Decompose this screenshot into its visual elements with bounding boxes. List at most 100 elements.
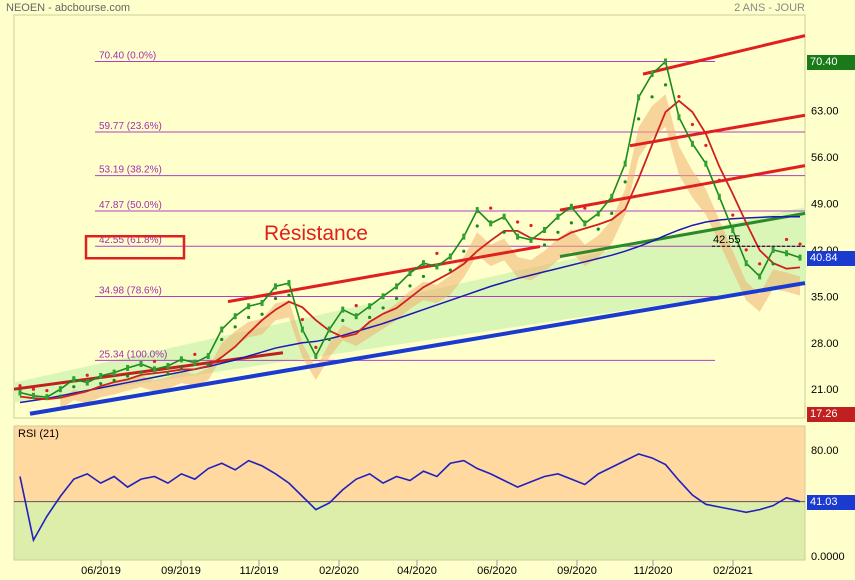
- sar-dot: [529, 223, 533, 228]
- rsi-title: RSI (21): [18, 428, 59, 440]
- sar-dot: [489, 206, 493, 210]
- y-tick-label: 21.00: [811, 384, 839, 396]
- sar-dot: [677, 95, 681, 99]
- price-candle: [395, 283, 399, 290]
- fibonacci-label: 34.98 (78.6%): [99, 285, 162, 296]
- sar-dot: [152, 359, 157, 363]
- sar-dot: [381, 306, 385, 310]
- y-tick-label: 35.00: [811, 291, 839, 303]
- sar-dot: [85, 373, 89, 377]
- sar-dot: [206, 363, 210, 367]
- sar-dot: [341, 318, 345, 323]
- sar-dot: [462, 249, 466, 253]
- fibonacci-label: 70.40 (0.0%): [99, 51, 156, 62]
- price-candle: [758, 273, 762, 280]
- sar-dot: [771, 262, 775, 266]
- sar-dot: [260, 312, 264, 316]
- sar-dot: [18, 384, 22, 388]
- price-candle: [18, 389, 22, 396]
- price-candle: [475, 207, 479, 214]
- y-axis-tag: 40.84: [807, 250, 855, 266]
- sar-dot: [179, 366, 183, 370]
- sar-dot: [99, 381, 103, 386]
- y-tick-label: 28.00: [811, 338, 839, 350]
- price-candle: [45, 394, 49, 401]
- price-candle: [717, 193, 721, 200]
- sar-dot: [663, 83, 668, 87]
- price-candle: [287, 280, 291, 287]
- rsi-oversold-zone: [14, 501, 805, 560]
- price-candle: [569, 203, 573, 210]
- sar-dot: [273, 296, 278, 301]
- price-candle: [596, 210, 600, 217]
- sar-dot: [408, 284, 412, 288]
- sar-dot: [744, 248, 748, 252]
- price-candle: [72, 376, 76, 383]
- sar-dot: [287, 293, 291, 297]
- price-candle: [435, 263, 439, 270]
- price-candle: [112, 369, 116, 376]
- sar-dot: [193, 352, 197, 356]
- price-candle: [179, 356, 183, 363]
- price-candle: [260, 299, 264, 306]
- sar-dot: [502, 230, 506, 234]
- sar-dot: [58, 394, 62, 398]
- y-tick-label: 56.00: [811, 152, 839, 164]
- price-candle: [166, 362, 170, 369]
- price-candle: [556, 213, 560, 220]
- price-candle: [99, 372, 103, 379]
- sar-dot: [731, 213, 735, 217]
- price-candle: [489, 220, 493, 227]
- price-candle: [139, 360, 143, 367]
- price-candle: [152, 366, 156, 373]
- price-candle: [610, 193, 614, 200]
- price-candle: [690, 140, 694, 147]
- sar-dot: [327, 337, 331, 342]
- price-candle: [233, 313, 237, 320]
- sar-dot: [704, 143, 708, 148]
- price-candle: [785, 250, 789, 257]
- sar-dot: [758, 262, 762, 266]
- price-candle: [623, 160, 627, 167]
- fibonacci-label: 25.34 (100.0%): [99, 349, 167, 360]
- sar-dot: [542, 243, 547, 247]
- price-candle: [542, 226, 546, 233]
- price-candle: [502, 213, 506, 220]
- sar-dot: [112, 378, 116, 383]
- price-candle: [220, 326, 224, 333]
- sar-dot: [247, 315, 251, 319]
- sar-dot: [475, 224, 479, 228]
- sar-dot: [515, 220, 520, 224]
- sar-dot: [798, 242, 802, 246]
- sar-dot: [556, 230, 560, 234]
- price-candle: [274, 283, 278, 290]
- sar-dot: [784, 237, 789, 242]
- y-axis-tag: 70.40: [807, 54, 855, 70]
- price-candle: [664, 58, 668, 65]
- price-candle: [516, 233, 520, 240]
- price-candle: [206, 353, 210, 360]
- sar-dot: [72, 385, 76, 389]
- price-candle: [58, 386, 62, 393]
- resistance-value-label: 42.55: [713, 234, 741, 246]
- x-tick-label: 11/2020: [634, 565, 673, 577]
- price-candle: [381, 293, 385, 300]
- rsi-value-tag: 41.03: [807, 494, 855, 510]
- sar-dot: [31, 387, 36, 391]
- price-candle: [300, 326, 304, 333]
- price-candle: [677, 114, 681, 121]
- price-candle: [247, 303, 251, 310]
- sar-dot: [690, 122, 695, 127]
- sar-dot: [650, 95, 654, 99]
- price-candle: [193, 359, 197, 366]
- price-candle: [744, 260, 748, 267]
- sar-dot: [45, 388, 49, 393]
- x-tick-label: 06/2019: [81, 565, 121, 577]
- x-tick-label: 06/2020: [477, 565, 517, 577]
- sar-dot: [368, 315, 372, 319]
- price-candle: [462, 233, 466, 240]
- sar-dot: [300, 317, 305, 322]
- sar-dot: [394, 296, 399, 301]
- price-candle: [341, 306, 345, 313]
- price-candle: [637, 94, 641, 101]
